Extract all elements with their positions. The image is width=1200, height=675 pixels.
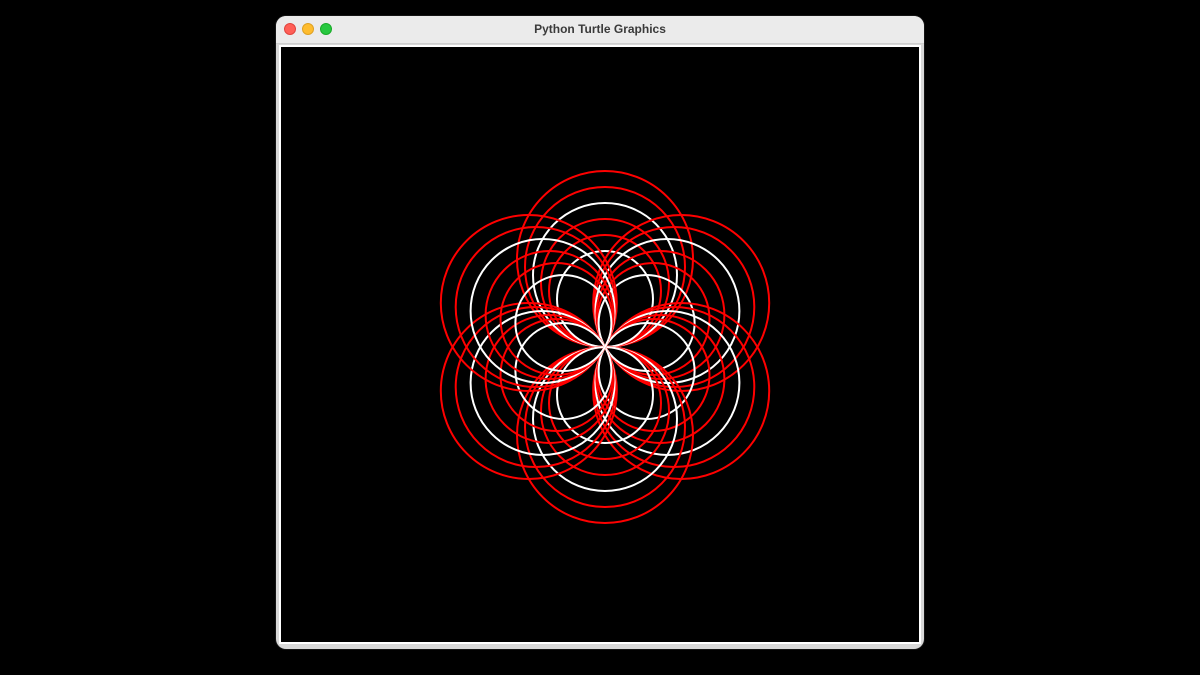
spirograph-drawing: [439, 170, 771, 524]
maximize-button[interactable]: [320, 23, 332, 35]
window-title: Python Turtle Graphics: [534, 22, 666, 36]
turtle-window: Python Turtle Graphics: [276, 16, 924, 649]
canvas-frame: [279, 45, 921, 644]
title-bar[interactable]: Python Turtle Graphics: [276, 16, 924, 44]
desktop: Python Turtle Graphics: [0, 0, 1200, 675]
close-button[interactable]: [284, 23, 296, 35]
minimize-button[interactable]: [302, 23, 314, 35]
turtle-canvas[interactable]: [281, 47, 919, 642]
